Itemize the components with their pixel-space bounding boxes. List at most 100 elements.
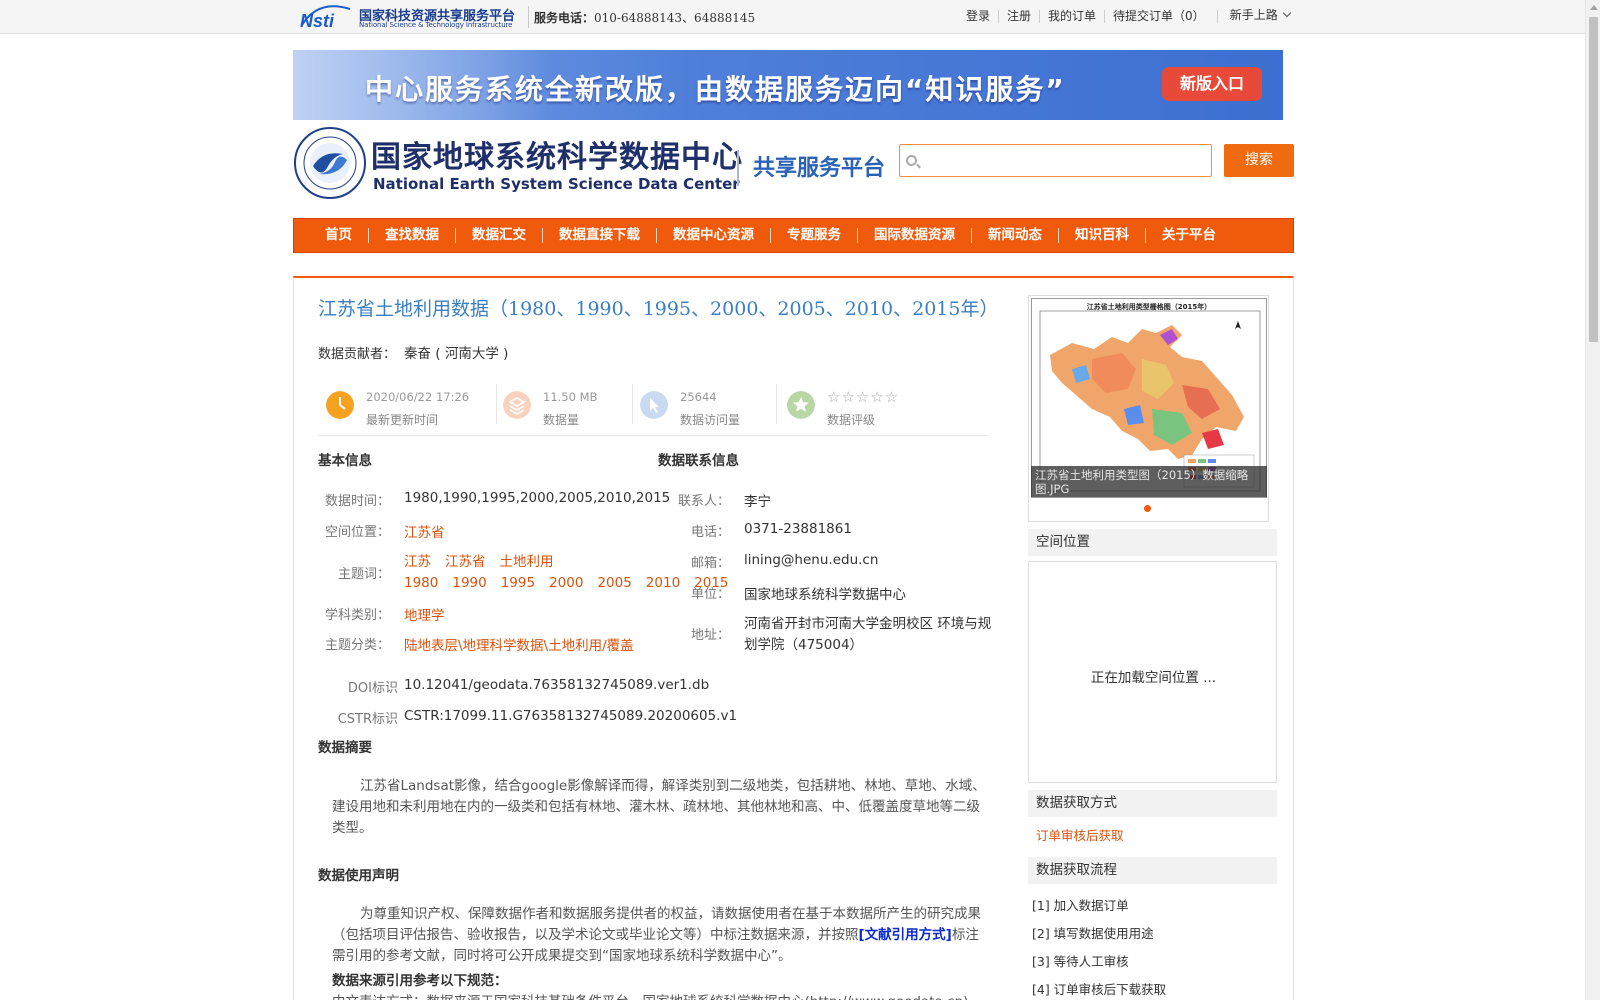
access-heading: 数据获取方式 xyxy=(1028,790,1277,817)
size-value: 11.50 MB xyxy=(543,390,598,404)
scrollbar-thumb[interactable] xyxy=(1589,17,1598,342)
nav-find-data[interactable]: 查找数据 xyxy=(369,228,456,243)
nsti-name-en: National Science & Technology Infrastruc… xyxy=(359,21,513,29)
chevron-down-icon xyxy=(1282,8,1291,18)
keyword-tag[interactable]: 2000 xyxy=(549,575,583,591)
stat-divider xyxy=(632,384,633,424)
contributor-label: 数据贡献者： xyxy=(318,347,397,362)
svg-text:Nsti: Nsti xyxy=(300,11,335,30)
search-input[interactable] xyxy=(924,149,1204,173)
register-link[interactable]: 注册 xyxy=(999,10,1041,23)
usage-heading: 数据使用声明 xyxy=(318,868,399,884)
updated-label: 最新更新时间 xyxy=(366,413,439,427)
keyword-tag[interactable]: 江苏 xyxy=(404,554,431,570)
contact-address-value: 河南省开封市河南大学金明校区 环境与规划学院（475004） xyxy=(744,616,992,653)
keyword-tag[interactable]: 2005 xyxy=(597,575,631,591)
rating-label: 数据评级 xyxy=(827,413,876,427)
contact-email-value[interactable]: lining@henu.edu.cn xyxy=(744,552,878,568)
keyword-tag[interactable]: 1980 xyxy=(404,575,438,591)
layers-icon xyxy=(503,391,531,419)
main-nav: 首页 查找数据 数据汇交 数据直接下载 数据中心资源 专题服务 国际数据资源 新… xyxy=(293,218,1294,253)
location-label: 空间位置： xyxy=(324,525,390,540)
cstr-label: CSTR标识 xyxy=(337,712,398,727)
flow-step: [4] 订单审核后下载获取 xyxy=(1032,982,1167,997)
citation-format-link[interactable]: [文献引用方式] xyxy=(859,927,952,943)
thumbnail-panel: 江苏省土地利用类型栅格图（2015年） 江苏省土地利用类型图（2015）数据缩略… xyxy=(1028,295,1269,522)
keyword-tag[interactable]: 1990 xyxy=(452,575,486,591)
new-version-button[interactable]: 新版入口 xyxy=(1162,67,1262,101)
basic-info-heading: 基本信息 xyxy=(318,453,372,469)
contact-unit-label: 单位： xyxy=(690,587,730,602)
cursor-icon xyxy=(640,391,668,419)
guide-dropdown[interactable]: 新手上路 xyxy=(1218,6,1291,23)
center-seal-icon xyxy=(294,127,366,199)
visits-value: 25644 xyxy=(680,390,717,404)
contact-phone-value: 0371-23881861 xyxy=(744,521,852,537)
time-label: 数据时间： xyxy=(324,494,390,509)
abstract-heading: 数据摘要 xyxy=(318,740,372,756)
updated-value: 2020/06/22 17:26 xyxy=(366,390,470,404)
search-icon xyxy=(906,155,917,166)
time-value: 1980,1990,1995,2000,2005,2010,2015 xyxy=(404,490,671,506)
pending-orders-link[interactable]: 待提交订单（0） xyxy=(1105,10,1218,23)
doi-label: DOI标识 xyxy=(347,681,398,696)
nav-knowledge[interactable]: 知识百科 xyxy=(1059,228,1146,243)
keyword-tag[interactable]: 江苏省 xyxy=(445,554,486,570)
nav-about[interactable]: 关于平台 xyxy=(1146,228,1232,243)
search-field[interactable] xyxy=(899,144,1212,177)
nav-news[interactable]: 新闻动态 xyxy=(972,228,1059,243)
dataset-stats: 2020/06/22 17:26 最新更新时间 11.50 MB 数据量 256… xyxy=(318,380,988,436)
citation-text: 中文表达方式：数据来源于国家科技基础条件平台—国家地球系统科学数据中心(http… xyxy=(332,990,982,1000)
user-links: 登录 注册 我的订单 待提交订单（0） 新手上路 xyxy=(966,8,1291,23)
keyword-tag[interactable]: 土地利用 xyxy=(500,554,554,570)
search-button[interactable]: 搜索 xyxy=(1224,144,1294,177)
size-label: 数据量 xyxy=(543,413,580,427)
thumbnail-caption: 江苏省土地利用类型图（2015）数据缩略图.JPG xyxy=(1031,466,1267,497)
rating-stars[interactable]: ☆☆☆☆☆ xyxy=(827,388,899,406)
nav-data-submission[interactable]: 数据汇交 xyxy=(456,228,543,243)
contact-email-label: 邮箱： xyxy=(690,556,730,571)
contact-unit-value: 国家地球系统科学数据中心 xyxy=(744,587,906,603)
divider xyxy=(528,6,529,28)
nav-center-resources[interactable]: 数据中心资源 xyxy=(657,228,771,243)
nsti-logo-mark: Nsti xyxy=(300,5,351,30)
category-label: 主题分类： xyxy=(324,638,390,653)
contributor-value: 秦奋 ( 河南大学 ) xyxy=(404,346,509,362)
nav-home[interactable]: 首页 xyxy=(309,228,369,243)
banner-text: 中心服务系统全新改版，由数据服务迈向“知识服务” xyxy=(365,73,1066,106)
phone-label: 服务电话： xyxy=(534,11,595,25)
service-phone: 服务电话：010-64888143、64888145 xyxy=(534,9,755,26)
nav-international-resources[interactable]: 国际数据资源 xyxy=(858,228,972,243)
spatial-map[interactable]: 正在加载空间位置 ... xyxy=(1028,561,1277,783)
flow-step: [1] 加入数据订单 xyxy=(1032,898,1129,913)
my-orders-link[interactable]: 我的订单 xyxy=(1040,10,1106,23)
map-loading-text: 正在加载空间位置 ... xyxy=(1090,670,1217,686)
location-link[interactable]: 江苏省 xyxy=(404,521,445,541)
visits-label: 数据访问量 xyxy=(680,413,741,427)
platform-subtitle: 共享服务平台 xyxy=(753,156,886,181)
doi-value[interactable]: 10.12041/geodata.76358132745089.ver1.db xyxy=(404,677,709,693)
carousel-dot[interactable] xyxy=(1144,505,1151,512)
scroll-up-arrow-icon[interactable] xyxy=(1590,5,1598,10)
flow-heading: 数据获取流程 xyxy=(1028,857,1277,884)
center-name-en: National Earth System Science Data Cente… xyxy=(373,175,740,193)
keyword-tag[interactable]: 1995 xyxy=(501,575,535,591)
nsti-logo[interactable]: Nsti 国家科技资源共享服务平台 National Science & Tec… xyxy=(298,3,524,31)
site-logo[interactable]: 国家地球系统科学数据中心 National Earth System Scien… xyxy=(293,126,893,202)
nav-topic-services[interactable]: 专题服务 xyxy=(771,228,858,243)
keyword-tag[interactable]: 2010 xyxy=(646,575,680,591)
contact-person-value: 李宁 xyxy=(744,494,771,510)
contact-address-label: 地址： xyxy=(690,628,730,643)
center-name-cn: 国家地球系统科学数据中心 xyxy=(371,140,743,175)
access-method-link[interactable]: 订单审核后获取 xyxy=(1036,825,1124,844)
login-link[interactable]: 登录 xyxy=(966,10,1000,23)
nav-direct-download[interactable]: 数据直接下载 xyxy=(543,228,657,243)
announcement-banner[interactable]: 中心服务系统全新改版，由数据服务迈向“知识服务” 新版入口 xyxy=(293,50,1283,120)
top-bar: Nsti 国家科技资源共享服务平台 National Science & Tec… xyxy=(0,0,1585,34)
cstr-value[interactable]: CSTR:17099.11.G76358132745089.20200605.v… xyxy=(404,708,737,724)
vertical-scrollbar[interactable] xyxy=(1585,0,1600,1000)
category-link[interactable]: 陆地表层\地理科学数据\土地利用/覆盖 xyxy=(404,634,634,654)
discipline-link[interactable]: 地理学 xyxy=(404,604,445,624)
stat-divider xyxy=(496,384,497,424)
contributor: 数据贡献者： 秦奋 ( 河南大学 ) xyxy=(318,342,508,362)
